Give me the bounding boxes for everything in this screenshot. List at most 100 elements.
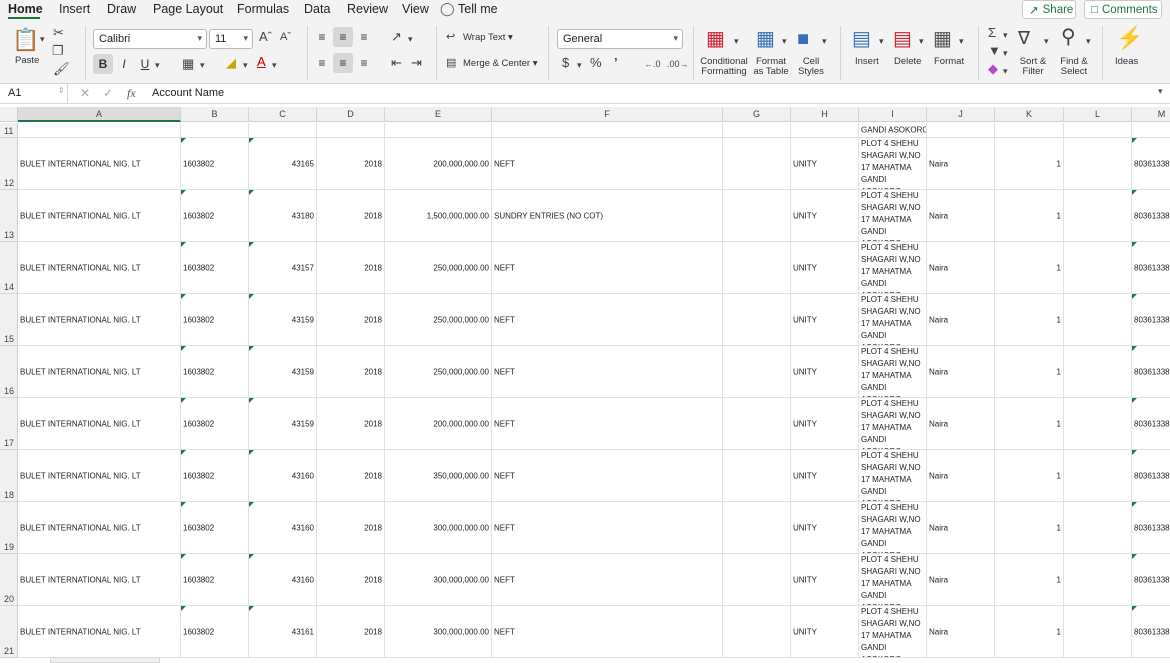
cell[interactable]: PLOT 4 SHEHU SHAGARI W,NO 17 MAHATMA GANDI … [859,242,927,294]
cell[interactable]: 250,000,000.00 [385,346,492,398]
format-as-table-icon[interactable]: ▦ [756,28,775,50]
sheet-tab-scroll[interactable] [50,657,160,663]
cell[interactable]: PLOT 4 SHEHU SHAGARI W,NO 17 MAHATMA GANDI … [859,346,927,398]
cell[interactable]: 2018 [317,138,385,190]
column-header-c[interactable]: C [249,107,317,122]
cell[interactable]: PLOT 4 SHEHU SHAGARI W,NO 17 MAHATMA GANDI … [859,502,927,554]
font-color-icon[interactable]: A [257,55,266,69]
cell[interactable]: 43165 [249,138,317,190]
cell[interactable]: BULET INTERNATIONAL NIG. LT [18,294,181,346]
cell[interactable]: 43160 [249,450,317,502]
wrap-text-icon[interactable]: ↩ [446,30,455,44]
chevron-down-icon[interactable]: ▾ [959,34,964,48]
cell[interactable]: Naira [927,554,995,606]
tab-draw[interactable]: Draw [107,2,136,16]
cell[interactable]: NEFT [492,606,723,658]
chevron-down-icon[interactable]: ▾ [272,58,277,72]
cell[interactable]: 2018 [317,606,385,658]
cell[interactable]: BULET INTERNATIONAL NIG. LT [18,450,181,502]
cell[interactable]: PLOT 4 SHEHU SHAGARI W,NO 17 MAHATMA GANDI … [859,294,927,346]
chevron-down-icon[interactable]: ▾ [155,58,160,72]
cell[interactable] [723,123,791,138]
increase-decimal-icon[interactable]: ←.0 [644,57,661,71]
italic-button[interactable]: I [114,54,134,74]
cell[interactable]: BULET INTERNATIONAL NIG. LT [18,242,181,294]
cell[interactable]: 43157 [249,242,317,294]
copy-icon[interactable]: ❐ [52,44,64,58]
tell-me-search[interactable]: Tell me [458,2,498,16]
cell[interactable]: 1603802 [181,450,249,502]
cell[interactable] [1064,606,1132,658]
cell[interactable] [1064,346,1132,398]
cell[interactable] [723,242,791,294]
column-header-i[interactable]: I [859,107,927,122]
format-cells-icon[interactable]: ▦ [933,28,952,50]
cell[interactable]: Naira [927,138,995,190]
tab-formulas[interactable]: Formulas [237,2,289,16]
cell[interactable]: 2018 [317,346,385,398]
row-header[interactable]: 16 [0,346,18,398]
sort-filter-icon[interactable]: ∇ [1018,28,1030,48]
cell[interactable] [723,554,791,606]
cell[interactable]: 43161 [249,606,317,658]
row-header[interactable]: 14 [0,242,18,294]
chevron-down-icon[interactable]: ▾ [1158,86,1163,97]
cell[interactable]: 300,000,000.00 [385,554,492,606]
cell[interactable]: 1 [995,294,1064,346]
cell[interactable]: 43160 [249,502,317,554]
cell[interactable] [1064,242,1132,294]
cell-styles-button[interactable]: Cell Styles [797,57,825,77]
cell[interactable]: 1603802 [181,138,249,190]
cell[interactable] [492,123,723,138]
cell[interactable]: UNITY [791,190,859,242]
decrease-indent-icon[interactable]: ⇤ [391,56,402,70]
format-cells-button[interactable]: Format [934,57,964,67]
cell[interactable]: 1603802 [181,346,249,398]
cell[interactable] [1064,138,1132,190]
conditional-formatting-button[interactable]: Conditional Formatting [700,57,748,77]
cell[interactable]: NEFT [492,398,723,450]
percent-icon[interactable]: % [590,56,602,70]
cell[interactable]: 1603802 [181,606,249,658]
cell[interactable]: UNITY [791,554,859,606]
font-name-select[interactable]: Calibri ▾ [93,29,207,49]
cell[interactable] [723,398,791,450]
cell[interactable]: UNITY [791,398,859,450]
cell[interactable]: 43159 [249,346,317,398]
cell[interactable]: 1,500,000,000.00 [385,190,492,242]
cell[interactable]: NEFT [492,294,723,346]
align-left-icon[interactable]: ≡ [312,53,332,73]
cell[interactable] [1064,294,1132,346]
cell[interactable] [249,123,317,138]
cell[interactable]: GANDI ASOKORO [859,123,927,138]
cell[interactable]: Naira [927,346,995,398]
cell[interactable]: 43159 [249,398,317,450]
cell[interactable] [1064,502,1132,554]
cell[interactable]: 43159 [249,294,317,346]
merge-center-button[interactable]: Merge & Center ▾ [463,59,537,69]
comments-button[interactable]: □ Comments [1084,0,1162,19]
cell[interactable]: 80361338 [1132,554,1170,606]
fx-icon[interactable]: fx [127,86,136,101]
cell[interactable]: 1603802 [181,242,249,294]
cell[interactable]: 200,000,000.00 [385,138,492,190]
cell[interactable]: Naira [927,450,995,502]
cell[interactable]: 1603802 [181,294,249,346]
cell[interactable]: BULET INTERNATIONAL NIG. LT [18,398,181,450]
comma-style-icon[interactable]: ’ [614,56,618,70]
wrap-text-button[interactable]: Wrap Text ▾ [463,33,513,43]
cell[interactable] [723,346,791,398]
font-size-select[interactable]: 11 ▾ [209,29,253,49]
cell[interactable]: NEFT [492,138,723,190]
align-right-icon[interactable]: ≡ [354,53,374,73]
cell[interactable]: UNITY [791,138,859,190]
cell[interactable]: 200,000,000.00 [385,398,492,450]
cell[interactable] [1132,123,1170,138]
cell[interactable] [1064,450,1132,502]
row-header[interactable]: 13 [0,190,18,242]
cell[interactable]: 2018 [317,450,385,502]
chevron-down-icon[interactable]: ▾ [1003,46,1008,60]
cell[interactable]: NEFT [492,346,723,398]
cell[interactable]: Naira [927,242,995,294]
column-header-a[interactable]: A [18,107,181,122]
